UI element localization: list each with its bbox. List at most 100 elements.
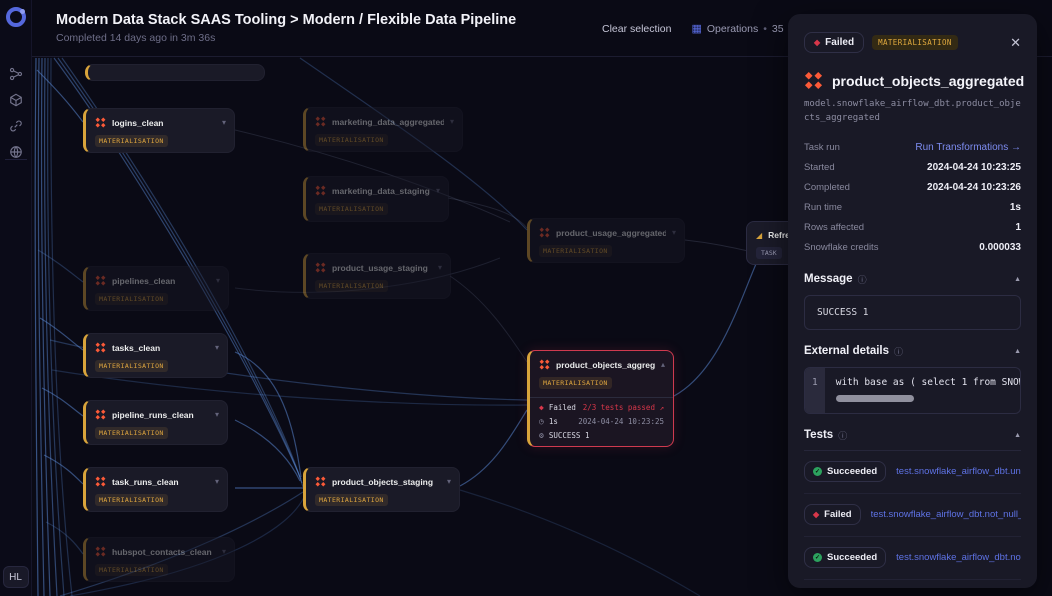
test-status-badge: ✓Succeeded — [804, 547, 886, 568]
chevron-icon[interactable]: ▾ — [216, 276, 220, 285]
node-label: logins_clean — [112, 118, 164, 128]
pipelines-graph-icon[interactable] — [9, 67, 23, 81]
test-row: ✓Succeeded test.snowflake_airflow_dbt.not… — [804, 537, 1021, 580]
dag-node-stub-top — [85, 64, 265, 81]
collapse-icon[interactable]: ▲ — [1014, 276, 1021, 283]
message-heading: Message — [804, 273, 853, 285]
sidebar-divider — [5, 159, 27, 160]
node-label: tasks_clean — [112, 343, 160, 353]
dag-node-product-usage-staging[interactable]: product_usage_staging▾MATERIALISATION — [303, 253, 451, 299]
materialisation-badge: MATERIALISATION — [872, 35, 958, 50]
tests-list: ✓Succeededtest.snowflake_airflow_dbt.uni… — [804, 451, 1021, 580]
detail-value: 2024-04-24 10:23:25 — [927, 162, 1021, 173]
success-icon: ✓ — [813, 553, 822, 562]
dbt-icon — [315, 116, 326, 127]
node-timestamp: 2024-04-24 10:23:25 — [578, 417, 664, 426]
dag-node-marketing-data-staging[interactable]: marketing_data_staging ▾ MATERIALISATION — [303, 176, 449, 222]
detail-label: Started — [804, 162, 835, 173]
chevron-icon[interactable]: ▾ — [222, 547, 226, 556]
detail-row: Run time1s — [804, 198, 1021, 218]
materialisation-badge: MATERIALISATION — [539, 377, 612, 389]
dbt-icon — [95, 275, 106, 286]
chevron-icon[interactable]: ▾ — [215, 477, 219, 486]
horizontal-scrollbar[interactable] — [836, 395, 914, 402]
dot-separator: • — [763, 23, 767, 35]
tests-section: Tests ⓘ ▲ ✓Succeededtest.snowflake_airfl… — [804, 429, 1021, 580]
detail-value: 0.000033 — [979, 242, 1021, 253]
detail-row: Task run Run Transformations → — [804, 138, 1021, 158]
info-icon: ⓘ — [858, 273, 867, 286]
test-row: ✓ Succeeded test.snowflake_airflow_dbt.uni… — [804, 451, 1021, 494]
chevron-icon[interactable]: ▾ — [436, 186, 440, 195]
chevron-icon[interactable]: ▾ — [447, 477, 451, 486]
success-icon: ✓ — [813, 467, 822, 476]
close-icon[interactable]: ✕ — [1010, 35, 1021, 51]
chevron-icon[interactable]: ▾ — [438, 263, 442, 272]
detail-value: 2024-04-24 10:23:26 — [927, 182, 1021, 193]
message-section: Message ⓘ ▲ SUCCESS 1 — [804, 273, 1021, 330]
status-label: Failed — [825, 37, 854, 48]
panel-node-path: model.snowflake_airflow_dbt.product_obje… — [804, 97, 1021, 126]
node-label: marketing_data_staging — [332, 186, 430, 196]
detail-label: Task run — [804, 142, 840, 153]
test-link[interactable]: test.snowflake_airflow_dbt.not_null_pr — [871, 509, 1021, 520]
dag-node-marketing-data-aggregated[interactable]: marketing_data_aggregated▾MATERIALISATIO… — [303, 107, 463, 152]
integrations-globe-icon[interactable] — [9, 145, 23, 159]
info-icon: ⓘ — [838, 429, 847, 442]
node-label: Refre — [768, 230, 790, 240]
dbt-icon — [539, 227, 550, 238]
node-label: task_runs_clean — [112, 477, 179, 487]
detail-value: 1 — [1015, 222, 1021, 233]
dbt-icon — [95, 117, 106, 128]
sql-code-block[interactable]: 1 with base as ( select 1 from SNOWFLAKE — [804, 367, 1021, 414]
external-details-heading: External details — [804, 345, 889, 357]
dag-node-pipeline-runs-clean[interactable]: pipeline_runs_clean▾MATERIALISATION — [83, 400, 228, 445]
detail-label: Completed — [804, 182, 850, 193]
clear-selection-button[interactable]: Clear selection — [602, 23, 671, 35]
package-cube-icon[interactable] — [9, 93, 23, 107]
dbt-icon — [95, 342, 106, 353]
dag-node-tasks-clean[interactable]: tasks_clean▾MATERIALISATION — [83, 333, 228, 378]
materialisation-badge: MATERIALISATION — [315, 494, 388, 506]
app-logo-icon[interactable] — [6, 7, 26, 27]
dag-node-product-usage-aggregated[interactable]: product_usage_aggregated▾MATERIALISATION — [527, 218, 685, 263]
chevron-icon[interactable]: ▾ — [215, 343, 219, 352]
chevron-icon[interactable]: ▾ — [222, 118, 226, 127]
message-content: SUCCESS 1 — [804, 295, 1021, 330]
chevron-icon[interactable]: ▾ — [450, 117, 454, 126]
dag-node-pipelines-clean[interactable]: pipelines_clean▾MATERIALISATION — [83, 266, 229, 311]
dbt-icon — [315, 185, 326, 196]
node-label: product_objects_aggregated — [556, 360, 655, 370]
detail-row: Rows affected1 — [804, 218, 1021, 238]
chevron-icon[interactable]: ▴ — [661, 360, 665, 369]
test-status-label: Succeeded — [827, 466, 877, 477]
dbt-icon — [315, 262, 326, 273]
materialisation-badge: MATERIALISATION — [315, 280, 388, 292]
materialisation-badge: MATERIALISATION — [315, 203, 388, 215]
test-link[interactable]: test.snowflake_airflow_dbt.not_null_pr — [896, 552, 1021, 563]
failed-diamond-icon: ◆ — [814, 38, 820, 47]
node-label: marketing_data_aggregated — [332, 117, 444, 127]
test-link[interactable]: test.snowflake_airflow_dbt.unique_pro — [896, 466, 1021, 477]
dag-node-product-objects-aggregated[interactable]: product_objects_aggregated ▴ MATERIALISATI… — [527, 350, 674, 447]
dbt-icon — [804, 71, 823, 90]
user-avatar[interactable]: HL — [3, 566, 29, 588]
dag-node-hubspot-contacts-clean[interactable]: hubspot_contacts_clean▾MATERIALISATION — [83, 537, 235, 582]
dag-node-task-runs-clean[interactable]: task_runs_clean▾MATERIALISATION — [83, 467, 228, 512]
failed-diamond-icon: ◆ — [813, 510, 819, 519]
chevron-icon[interactable]: ▾ — [672, 228, 676, 237]
dbt-icon — [539, 359, 550, 370]
collapse-icon[interactable]: ▲ — [1014, 348, 1021, 355]
dag-node-product-objects-staging[interactable]: product_objects_staging▾MATERIALISATION — [303, 467, 460, 512]
connections-link-icon[interactable] — [9, 119, 23, 133]
node-details-panel: ◆ Failed MATERIALISATION ✕ product_objec… — [788, 14, 1037, 588]
detail-value-link[interactable]: Run Transformations → — [915, 142, 1021, 153]
chevron-icon[interactable]: ▾ — [215, 410, 219, 419]
operations-label: Operations — [707, 23, 758, 35]
operations-counter[interactable]: ▦ Operations • 35 — [691, 22, 783, 35]
collapse-icon[interactable]: ▲ — [1014, 432, 1021, 439]
task-badge: TASK — [756, 247, 782, 259]
external-details-section: External details ⓘ ▲ 1 with base as ( se… — [804, 345, 1021, 414]
tests-summary-link[interactable]: 2/3 tests passed ↗ — [583, 403, 664, 412]
dag-node-logins-clean[interactable]: logins_clean▾MATERIALISATION — [83, 108, 235, 153]
